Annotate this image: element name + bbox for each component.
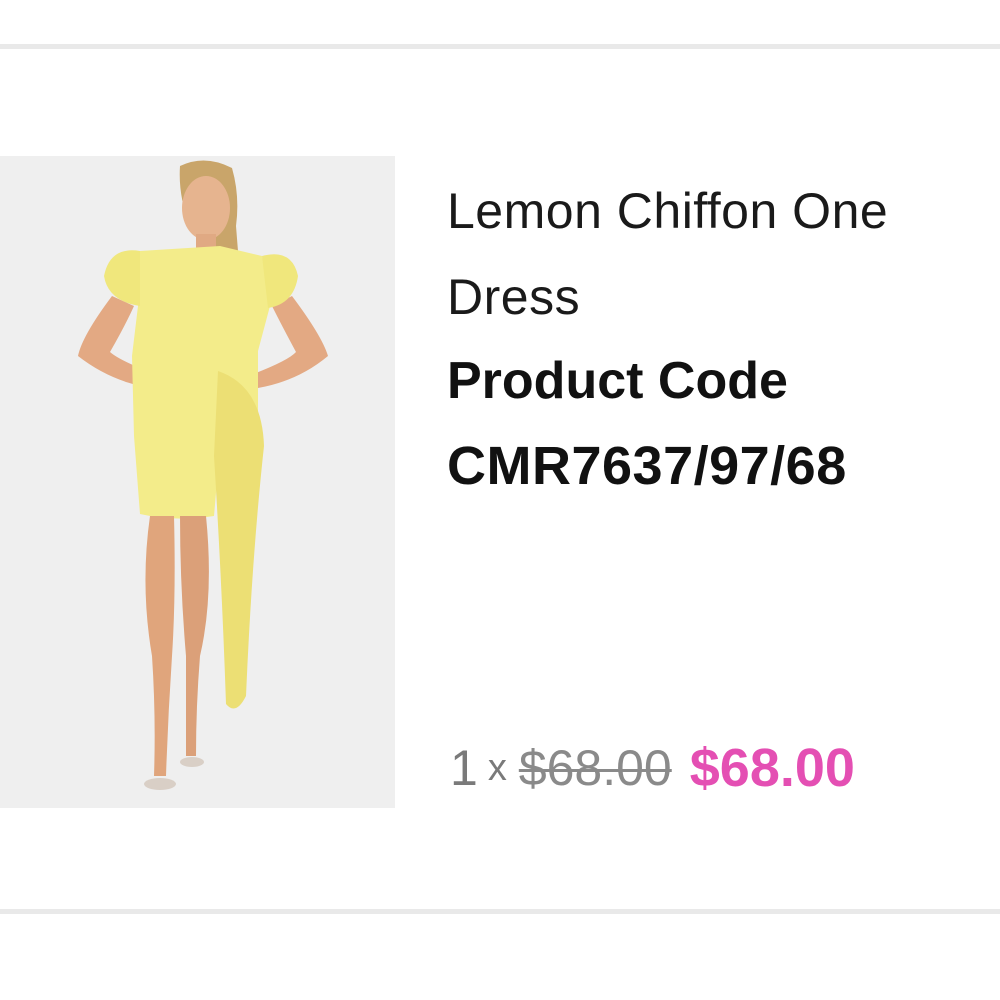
quantity: 1	[450, 740, 478, 796]
quantity-multiplier: x	[487, 746, 507, 789]
cart-item-page: Lemon Chiffon One Dress Product Code CMR…	[0, 0, 1000, 1000]
sale-price: $68.00	[689, 738, 855, 798]
product-code-label: Product Code	[447, 352, 788, 410]
bottom-divider	[0, 909, 1000, 914]
original-price: $68.00	[518, 740, 672, 796]
price-row: 1 x $68.00 $68.00	[450, 728, 855, 808]
product-image[interactable]	[0, 156, 395, 808]
dress-model-illustration	[0, 156, 395, 808]
top-divider	[0, 44, 1000, 49]
product-name[interactable]: Lemon Chiffon One Dress	[447, 168, 1000, 340]
product-code-value: CMR7637/97/68	[447, 436, 847, 496]
